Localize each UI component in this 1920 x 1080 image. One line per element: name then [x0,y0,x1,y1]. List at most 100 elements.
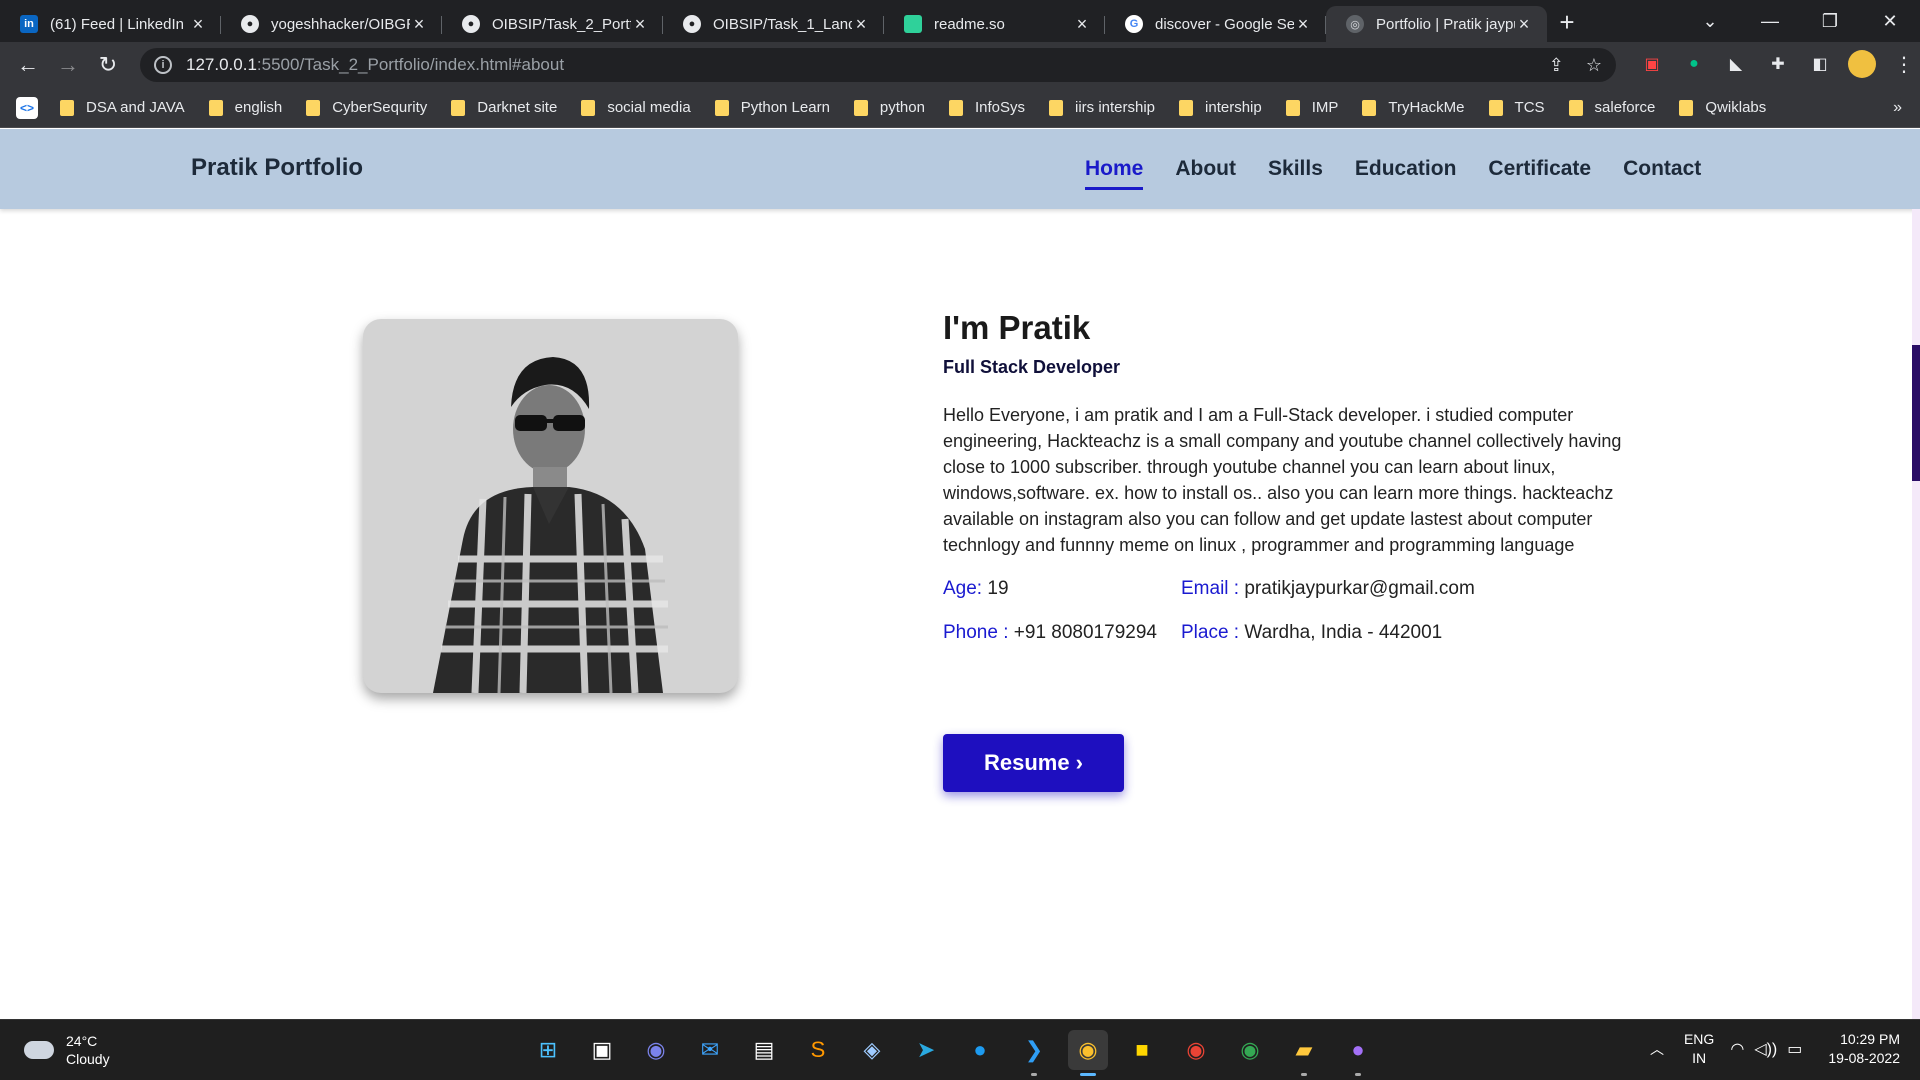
bookmark-folder[interactable]: iirs intership [1049,99,1155,116]
close-tab-icon[interactable]: × [189,15,207,33]
virtualbox-icon[interactable]: ◈ [852,1030,892,1070]
forward-icon[interactable]: → [48,45,88,85]
folder-icon [853,99,868,116]
tab-readme[interactable]: readme.so × [884,6,1105,42]
sublime-icon[interactable]: S [798,1030,838,1070]
sticky-notes-icon[interactable]: ■ [1122,1030,1162,1070]
bookmark-star-icon[interactable]: ☆ [1586,55,1602,76]
apps-icon[interactable]: <> [16,96,38,119]
close-tab-icon[interactable]: × [410,15,428,33]
chrome-alt-icon[interactable]: ◉ [1230,1030,1270,1070]
github-icon: ● [462,15,480,33]
reload-icon[interactable]: ↻ [88,45,128,85]
language-indicator[interactable]: ENG IN [1684,1030,1714,1068]
tab-linkedin[interactable]: in (61) Feed | LinkedIn × [0,6,221,42]
nav-home[interactable]: Home [1085,157,1144,190]
bookmark-folder[interactable]: CyberSequrity [306,99,427,116]
time: 10:29 PM [1840,1031,1900,1047]
battery-icon[interactable]: ▭ [1787,1039,1802,1059]
bookmark-folder[interactable]: TCS [1488,99,1545,116]
tab-search-icon[interactable]: ⌄ [1680,11,1740,32]
mail-icon[interactable]: ✉ [690,1030,730,1070]
telegram-icon[interactable]: ➤ [906,1030,946,1070]
chrome-canary-icon[interactable]: ◉ [1068,1030,1108,1076]
extension-green-icon[interactable]: ● [1680,50,1708,78]
nav-contact[interactable]: Contact [1623,157,1701,190]
start-icon[interactable]: ⊞ [528,1030,568,1070]
github-desktop-icon[interactable]: ● [1338,1030,1378,1076]
address-bar[interactable]: i 127.0.0.1:5500/Task_2_Portfolio/index.… [140,48,1616,82]
email-field: Email : pratikjaypurkar@gmail.com [1181,578,1475,600]
wifi-icon[interactable]: ◠ [1730,1039,1744,1059]
close-tab-icon[interactable]: × [631,15,649,33]
nav-education[interactable]: Education [1355,157,1457,190]
close-tab-icon[interactable]: × [1294,15,1312,33]
side-panel-icon[interactable]: ◧ [1806,50,1834,78]
taskbar: 24°C Cloudy ⊞ ▣ ◉ ✉ ▤ S ◈ ➤ ● ❯ ◉ ■ ◉ ◉ … [0,1019,1920,1080]
web-page: Pratik Portfolio Home About Skills Educa… [0,129,1920,1019]
bookmark-folder[interactable]: python [853,99,925,116]
site-navbar: Pratik Portfolio Home About Skills Educa… [0,129,1920,209]
tab-github-oibgri[interactable]: ● yogeshhacker/OIBGRI × [221,6,442,42]
age-value: 19 [987,578,1009,599]
github-icon: ● [683,15,701,33]
folder-icon [1679,99,1694,116]
bookmark-folder[interactable]: saleforce [1568,99,1655,116]
store-icon[interactable]: ▤ [744,1030,784,1070]
about-role: Full Stack Developer [943,357,1121,377]
bookmark-folder[interactable]: Qwiklabs [1679,99,1766,116]
file-explorer-icon[interactable]: ▰ [1284,1030,1324,1076]
weather-widget[interactable]: 24°C Cloudy [24,1032,110,1068]
site-info-icon[interactable]: i [154,56,172,74]
tab-github-task1[interactable]: ● OIBSIP/Task_1_Landin × [663,6,884,42]
bookmark-folder[interactable]: InfoSys [948,99,1025,116]
nav-about[interactable]: About [1175,157,1236,190]
profile-avatar[interactable] [1848,50,1876,78]
resume-button[interactable]: Resume › [943,734,1124,792]
hidden-icons-chevron-icon[interactable]: ︿ [1650,1039,1664,1059]
restore-button[interactable]: ❐ [1800,11,1860,32]
extension-wappalyzer-icon[interactable]: ◣ [1722,50,1750,78]
new-tab-button[interactable]: + [1547,4,1587,40]
bookmark-folder[interactable]: intership [1179,99,1262,116]
vscode-icon[interactable]: ❯ [1014,1030,1054,1076]
chat-icon[interactable]: ◉ [636,1030,676,1070]
tab-portfolio[interactable]: ◎ Portfolio | Pratik jaypu × [1326,6,1547,42]
task-view-icon[interactable]: ▣ [582,1030,622,1070]
folder-icon [1362,99,1377,116]
phone-field: Phone : +91 8080179294 [943,622,1181,644]
close-tab-icon[interactable]: × [1515,15,1533,33]
site-brand[interactable]: Pratik Portfolio [191,154,363,182]
bookmark-folder[interactable]: DSA and JAVA [60,99,185,116]
menu-dots-icon[interactable]: ⋮ [1890,50,1918,78]
back-icon[interactable]: ← [8,45,48,85]
share-icon[interactable]: ⇪ [1549,55,1564,76]
date: 19-08-2022 [1828,1050,1900,1066]
extensions-puzzle-icon[interactable]: ✚ [1764,50,1792,78]
tab-github-task2[interactable]: ● OIBSIP/Task_2_Portfol × [442,6,663,42]
bookmark-folder[interactable]: social media [581,99,691,116]
url-text: 127.0.0.1:5500/Task_2_Portfolio/index.ht… [186,55,565,74]
more-bookmarks-icon[interactable]: » [1893,99,1902,117]
clock[interactable]: 10:29 PM 19-08-2022 [1828,1030,1900,1068]
scrollbar-thumb[interactable] [1912,345,1920,481]
bookmark-folder[interactable]: TryHackMe [1362,99,1465,116]
tab-google[interactable]: G discover - Google Sea × [1105,6,1326,42]
bookmark-folder[interactable]: IMP [1285,99,1338,116]
bookmark-folder[interactable]: Darknet site [451,99,557,116]
close-window-button[interactable]: ✕ [1860,11,1920,32]
nav-certificate[interactable]: Certificate [1488,157,1591,190]
close-tab-icon[interactable]: × [1073,15,1091,33]
nav-skills[interactable]: Skills [1268,157,1323,190]
chrome-icon[interactable]: ◉ [1176,1030,1216,1070]
twitter-icon[interactable]: ● [960,1030,1000,1070]
bookmark-folder[interactable]: Python Learn [714,99,830,116]
bookmark-folder[interactable]: english [208,99,282,116]
phone-value: +91 8080179294 [1013,622,1157,643]
volume-icon[interactable]: ◁)) [1754,1039,1777,1059]
close-tab-icon[interactable]: × [852,15,870,33]
minimize-button[interactable]: — [1740,11,1800,32]
extension-red-icon[interactable]: ▣ [1638,50,1666,78]
browser-toolbar: ← → ↻ i 127.0.0.1:5500/Task_2_Portfolio/… [0,42,1920,88]
page-scrollbar[interactable] [1912,209,1920,1019]
